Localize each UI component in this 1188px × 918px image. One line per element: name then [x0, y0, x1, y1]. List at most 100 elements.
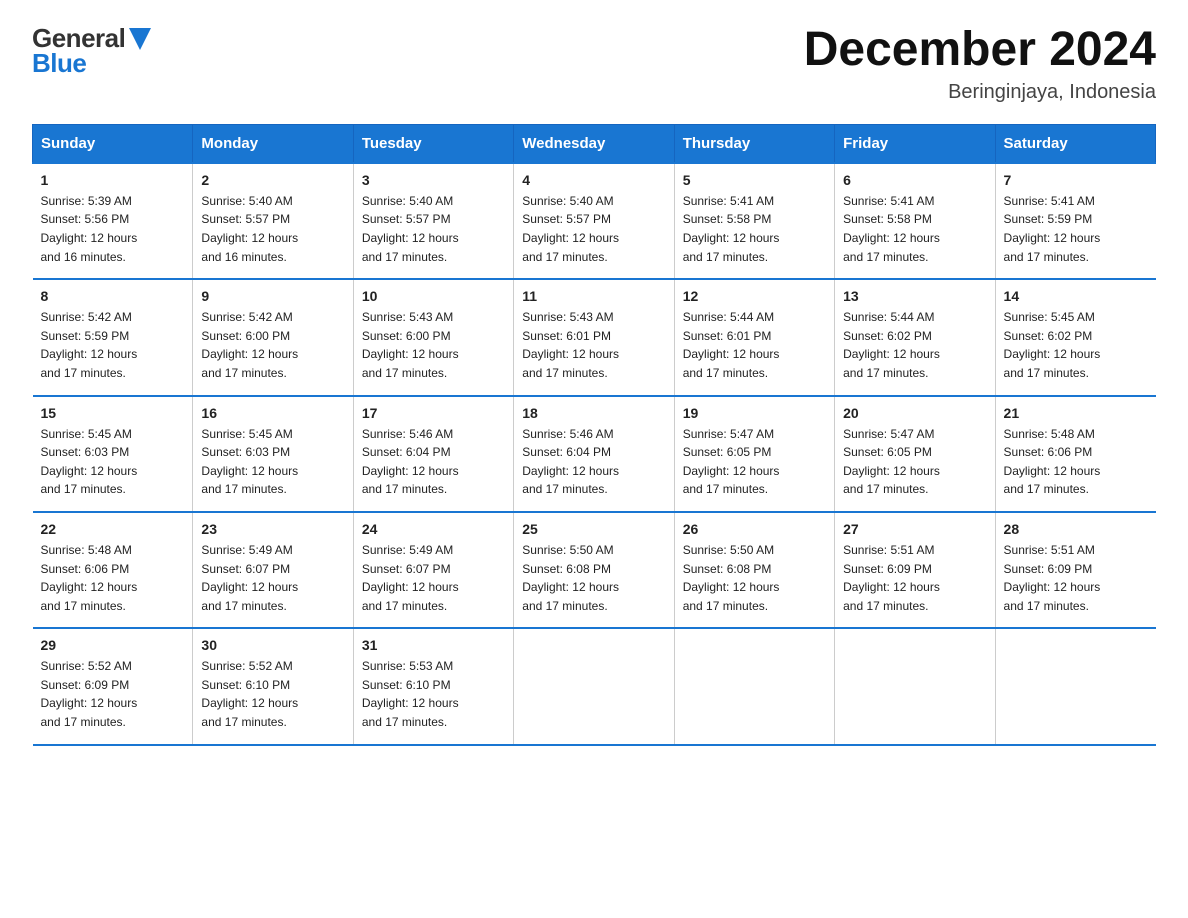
- day-info: Sunrise: 5:40 AMSunset: 5:57 PMDaylight:…: [522, 192, 665, 266]
- day-number: 31: [362, 637, 505, 653]
- day-cell: [835, 628, 995, 744]
- day-cell: 25 Sunrise: 5:50 AMSunset: 6:08 PMDaylig…: [514, 512, 674, 628]
- day-number: 7: [1004, 172, 1148, 188]
- day-number: 21: [1004, 405, 1148, 421]
- day-number: 5: [683, 172, 826, 188]
- day-number: 8: [41, 288, 185, 304]
- week-row-2: 8 Sunrise: 5:42 AMSunset: 5:59 PMDayligh…: [33, 279, 1156, 395]
- day-cell: 18 Sunrise: 5:46 AMSunset: 6:04 PMDaylig…: [514, 396, 674, 512]
- day-info: Sunrise: 5:52 AMSunset: 6:09 PMDaylight:…: [41, 657, 185, 731]
- day-info: Sunrise: 5:46 AMSunset: 6:04 PMDaylight:…: [362, 425, 505, 499]
- location: Beringinjaya, Indonesia: [804, 81, 1156, 104]
- day-number: 27: [843, 521, 986, 537]
- day-cell: 23 Sunrise: 5:49 AMSunset: 6:07 PMDaylig…: [193, 512, 353, 628]
- day-number: 22: [41, 521, 185, 537]
- day-cell: 13 Sunrise: 5:44 AMSunset: 6:02 PMDaylig…: [835, 279, 995, 395]
- logo-triangle-icon: [129, 28, 151, 50]
- day-cell: 3 Sunrise: 5:40 AMSunset: 5:57 PMDayligh…: [353, 163, 513, 279]
- logo: General Blue: [32, 24, 151, 77]
- day-cell: 5 Sunrise: 5:41 AMSunset: 5:58 PMDayligh…: [674, 163, 834, 279]
- day-cell: 31 Sunrise: 5:53 AMSunset: 6:10 PMDaylig…: [353, 628, 513, 744]
- day-cell: 27 Sunrise: 5:51 AMSunset: 6:09 PMDaylig…: [835, 512, 995, 628]
- title-block: December 2024 Beringinjaya, Indonesia: [804, 24, 1156, 104]
- day-info: Sunrise: 5:42 AMSunset: 6:00 PMDaylight:…: [201, 308, 344, 382]
- day-number: 1: [41, 172, 185, 188]
- day-number: 2: [201, 172, 344, 188]
- week-row-5: 29 Sunrise: 5:52 AMSunset: 6:09 PMDaylig…: [33, 628, 1156, 744]
- day-cell: 1 Sunrise: 5:39 AMSunset: 5:56 PMDayligh…: [33, 163, 193, 279]
- day-cell: 12 Sunrise: 5:44 AMSunset: 6:01 PMDaylig…: [674, 279, 834, 395]
- day-info: Sunrise: 5:50 AMSunset: 6:08 PMDaylight:…: [683, 541, 826, 615]
- day-cell: 22 Sunrise: 5:48 AMSunset: 6:06 PMDaylig…: [33, 512, 193, 628]
- day-cell: 21 Sunrise: 5:48 AMSunset: 6:06 PMDaylig…: [995, 396, 1155, 512]
- header-cell-wednesday: Wednesday: [514, 124, 674, 163]
- day-info: Sunrise: 5:39 AMSunset: 5:56 PMDaylight:…: [41, 192, 185, 266]
- day-info: Sunrise: 5:51 AMSunset: 6:09 PMDaylight:…: [843, 541, 986, 615]
- day-info: Sunrise: 5:46 AMSunset: 6:04 PMDaylight:…: [522, 425, 665, 499]
- day-info: Sunrise: 5:47 AMSunset: 6:05 PMDaylight:…: [683, 425, 826, 499]
- day-number: 6: [843, 172, 986, 188]
- month-title: December 2024: [804, 24, 1156, 77]
- day-info: Sunrise: 5:44 AMSunset: 6:02 PMDaylight:…: [843, 308, 986, 382]
- day-info: Sunrise: 5:48 AMSunset: 6:06 PMDaylight:…: [41, 541, 185, 615]
- day-cell: 9 Sunrise: 5:42 AMSunset: 6:00 PMDayligh…: [193, 279, 353, 395]
- day-info: Sunrise: 5:44 AMSunset: 6:01 PMDaylight:…: [683, 308, 826, 382]
- day-info: Sunrise: 5:45 AMSunset: 6:03 PMDaylight:…: [41, 425, 185, 499]
- day-cell: 15 Sunrise: 5:45 AMSunset: 6:03 PMDaylig…: [33, 396, 193, 512]
- day-number: 30: [201, 637, 344, 653]
- day-info: Sunrise: 5:51 AMSunset: 6:09 PMDaylight:…: [1004, 541, 1148, 615]
- day-cell: 19 Sunrise: 5:47 AMSunset: 6:05 PMDaylig…: [674, 396, 834, 512]
- day-info: Sunrise: 5:45 AMSunset: 6:03 PMDaylight:…: [201, 425, 344, 499]
- calendar-body: 1 Sunrise: 5:39 AMSunset: 5:56 PMDayligh…: [33, 163, 1156, 745]
- logo-blue-text: Blue: [32, 49, 151, 78]
- day-number: 9: [201, 288, 344, 304]
- day-info: Sunrise: 5:50 AMSunset: 6:08 PMDaylight:…: [522, 541, 665, 615]
- day-cell: 7 Sunrise: 5:41 AMSunset: 5:59 PMDayligh…: [995, 163, 1155, 279]
- day-info: Sunrise: 5:48 AMSunset: 6:06 PMDaylight:…: [1004, 425, 1148, 499]
- day-number: 29: [41, 637, 185, 653]
- day-info: Sunrise: 5:41 AMSunset: 5:59 PMDaylight:…: [1004, 192, 1148, 266]
- header-cell-sunday: Sunday: [33, 124, 193, 163]
- day-info: Sunrise: 5:40 AMSunset: 5:57 PMDaylight:…: [362, 192, 505, 266]
- day-number: 25: [522, 521, 665, 537]
- page-header: General Blue December 2024 Beringinjaya,…: [32, 24, 1156, 104]
- day-number: 4: [522, 172, 665, 188]
- day-number: 11: [522, 288, 665, 304]
- header-cell-monday: Monday: [193, 124, 353, 163]
- day-cell: 29 Sunrise: 5:52 AMSunset: 6:09 PMDaylig…: [33, 628, 193, 744]
- week-row-4: 22 Sunrise: 5:48 AMSunset: 6:06 PMDaylig…: [33, 512, 1156, 628]
- day-info: Sunrise: 5:47 AMSunset: 6:05 PMDaylight:…: [843, 425, 986, 499]
- day-number: 15: [41, 405, 185, 421]
- day-cell: 10 Sunrise: 5:43 AMSunset: 6:00 PMDaylig…: [353, 279, 513, 395]
- calendar-table: SundayMondayTuesdayWednesdayThursdayFrid…: [32, 124, 1156, 746]
- day-cell: 24 Sunrise: 5:49 AMSunset: 6:07 PMDaylig…: [353, 512, 513, 628]
- day-number: 14: [1004, 288, 1148, 304]
- header-cell-saturday: Saturday: [995, 124, 1155, 163]
- day-info: Sunrise: 5:53 AMSunset: 6:10 PMDaylight:…: [362, 657, 505, 731]
- day-info: Sunrise: 5:41 AMSunset: 5:58 PMDaylight:…: [683, 192, 826, 266]
- day-number: 26: [683, 521, 826, 537]
- day-number: 3: [362, 172, 505, 188]
- day-cell: 2 Sunrise: 5:40 AMSunset: 5:57 PMDayligh…: [193, 163, 353, 279]
- day-cell: 8 Sunrise: 5:42 AMSunset: 5:59 PMDayligh…: [33, 279, 193, 395]
- day-cell: 17 Sunrise: 5:46 AMSunset: 6:04 PMDaylig…: [353, 396, 513, 512]
- day-number: 16: [201, 405, 344, 421]
- day-cell: [995, 628, 1155, 744]
- day-cell: 28 Sunrise: 5:51 AMSunset: 6:09 PMDaylig…: [995, 512, 1155, 628]
- day-cell: 26 Sunrise: 5:50 AMSunset: 6:08 PMDaylig…: [674, 512, 834, 628]
- day-number: 19: [683, 405, 826, 421]
- day-cell: 16 Sunrise: 5:45 AMSunset: 6:03 PMDaylig…: [193, 396, 353, 512]
- day-number: 17: [362, 405, 505, 421]
- day-cell: 6 Sunrise: 5:41 AMSunset: 5:58 PMDayligh…: [835, 163, 995, 279]
- header-row: SundayMondayTuesdayWednesdayThursdayFrid…: [33, 124, 1156, 163]
- header-cell-friday: Friday: [835, 124, 995, 163]
- calendar-header: SundayMondayTuesdayWednesdayThursdayFrid…: [33, 124, 1156, 163]
- day-cell: 11 Sunrise: 5:43 AMSunset: 6:01 PMDaylig…: [514, 279, 674, 395]
- day-cell: 30 Sunrise: 5:52 AMSunset: 6:10 PMDaylig…: [193, 628, 353, 744]
- day-number: 23: [201, 521, 344, 537]
- day-number: 24: [362, 521, 505, 537]
- day-info: Sunrise: 5:49 AMSunset: 6:07 PMDaylight:…: [201, 541, 344, 615]
- header-cell-thursday: Thursday: [674, 124, 834, 163]
- day-number: 10: [362, 288, 505, 304]
- day-info: Sunrise: 5:41 AMSunset: 5:58 PMDaylight:…: [843, 192, 986, 266]
